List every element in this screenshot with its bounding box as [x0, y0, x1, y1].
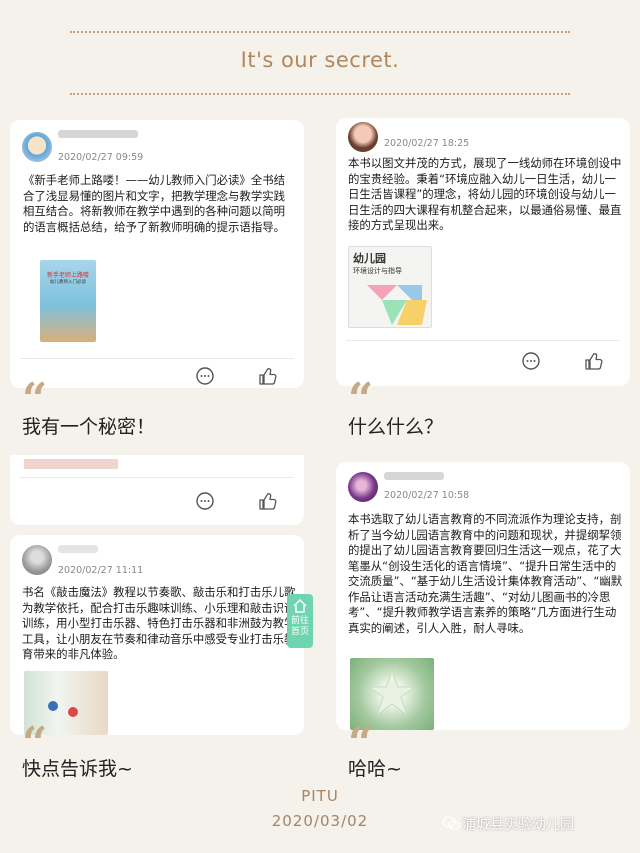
comment-icon[interactable] [521, 351, 541, 371]
divider [346, 340, 620, 341]
avatar[interactable] [348, 122, 378, 152]
post-date: 2020/02/27 11:11 [58, 565, 144, 576]
footer-app: PITU [301, 787, 339, 805]
watermark: 浦城县实验幼儿园 [462, 817, 574, 833]
avatar[interactable] [22, 132, 52, 162]
caption-1: 我有一个秘密！ [22, 416, 156, 438]
post-card-2: 2020/02/27 18:25 本书以图文并茂的方式，展现了一线幼师在环境创设… [336, 118, 630, 386]
book-cover-image[interactable]: 新手老师上路喽 幼儿教师入门必读 [40, 260, 96, 342]
post-card-4: 2020/02/27 11:11 书名《敲击魔法》教程以节奏歌、敲击乐和打击乐儿… [10, 535, 304, 735]
star-graphic [367, 669, 417, 717]
post-date: 2020/02/27 09:59 [58, 152, 144, 163]
comment-icon[interactable] [195, 491, 215, 511]
book-subtitle: 环境设计与指导 [353, 267, 402, 275]
book-subtitle: 幼儿教师入门必读 [50, 280, 86, 285]
book-graphic [68, 707, 78, 717]
username-blurred [384, 472, 444, 480]
post-card-3: 2020/02/27 10:58 本书选取了幼儿语言教育的不同流派作为理论支持，… [336, 462, 630, 730]
like-icon[interactable] [258, 491, 278, 511]
book-title: 新手老师上路喽 [46, 272, 89, 279]
like-icon[interactable] [258, 366, 278, 386]
home-float-button[interactable]: 前往 首页 [287, 594, 313, 648]
bottom-dotted-line [70, 93, 570, 95]
avatar[interactable] [22, 545, 52, 575]
home-label-line1: 前往 [290, 616, 309, 626]
page-title: It's our secret. [240, 48, 400, 72]
post-text: 《新手老师上路喽！——幼儿教师入门必读》全书结合了浅显易懂的图片和文字，把教学理… [23, 173, 285, 234]
username-blurred [58, 545, 98, 553]
post-date: 2020/02/27 18:25 [384, 138, 470, 149]
comment-icon[interactable] [195, 366, 215, 386]
home-label-line2: 首页 [290, 627, 309, 637]
post-card-partial [10, 455, 304, 525]
top-dotted-line [70, 31, 570, 33]
book-title: 幼儿园 [353, 252, 386, 265]
caption-4: 哈哈~ [348, 758, 402, 780]
post-date: 2020/02/27 10:58 [384, 490, 470, 501]
post-text: 书名《敲击魔法》教程以节奏歌、敲击乐和打击乐儿歌为教学依托，配合打击乐趣味训练、… [22, 585, 296, 661]
partial-image [24, 459, 118, 469]
book-cover-image[interactable]: 幼儿园 环境设计与指导 [348, 246, 432, 328]
post-card-1: 2020/02/27 09:59 《新手老师上路喽！——幼儿教师入门必读》全书结… [10, 120, 304, 388]
divider [20, 358, 294, 359]
avatar[interactable] [348, 472, 378, 502]
post-text: 本书以图文并茂的方式，展现了一线幼师在环境创设中的宝贵经验。秉着“环境应融入幼儿… [348, 156, 622, 232]
caption-2: 什么什么？ [348, 416, 444, 438]
post-text: 本书选取了幼儿语言教育的不同流派作为理论支持，剖析了当今幼儿园语言教育中的问题和… [348, 512, 623, 635]
wechat-icon [442, 816, 460, 830]
caption-3: 快点告诉我~ [22, 758, 133, 780]
book-graphic [48, 701, 58, 711]
tangram-graphic [367, 285, 427, 325]
home-icon [293, 598, 307, 613]
username-blurred [58, 130, 138, 138]
divider [20, 477, 294, 478]
like-icon[interactable] [584, 351, 604, 371]
